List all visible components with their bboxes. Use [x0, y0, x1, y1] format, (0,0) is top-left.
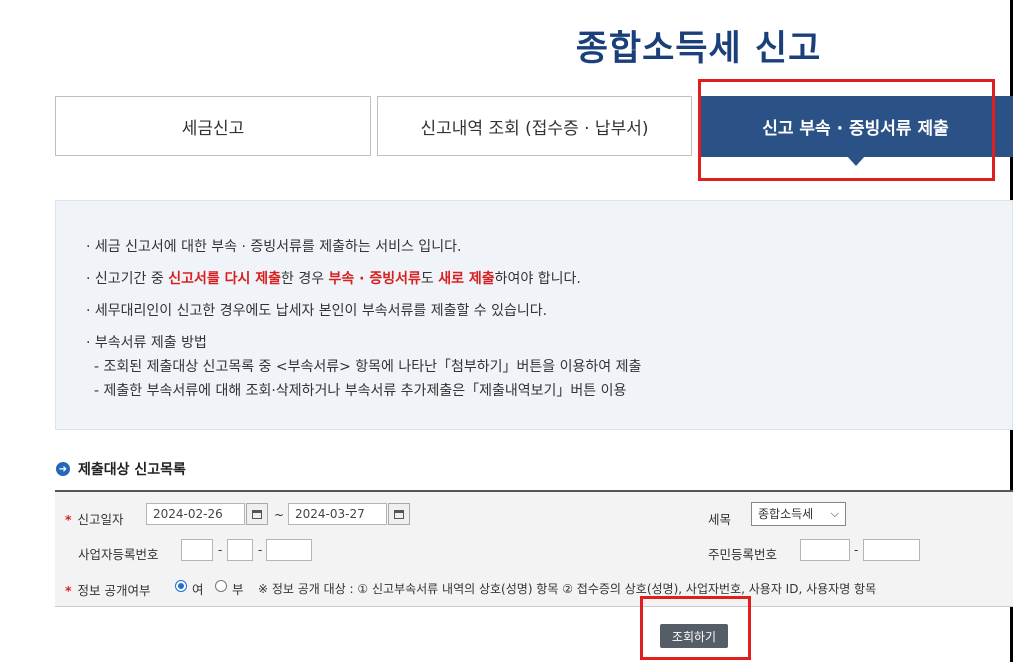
- resident-no-label: 주민등록번호: [708, 547, 778, 562]
- tax-item-label: 세목: [708, 512, 732, 527]
- info-sub-1: - 조회된 제출대상 신고목록 중 <부속서류> 항목에 나타난「첨부하기」버튼…: [94, 359, 642, 375]
- chevron-down-icon: ⌵: [830, 507, 839, 520]
- tab-submit-documents-label: 신고 부속 · 증빙서류 제출: [762, 119, 949, 139]
- info-sub-2: - 제출한 부속서류에 대해 조회·삭제하거나 부속서류 추가제출은「제출내역보…: [94, 383, 627, 399]
- tab-submit-documents[interactable]: 신고 부속 · 증빙서류 제출: [698, 96, 1013, 166]
- section-title-text: 제출대상 신고목록: [78, 462, 186, 478]
- arrow-circle-icon: ➜: [56, 462, 70, 476]
- date-range-tilde: ~: [274, 508, 285, 522]
- tab-tax-report[interactable]: 세금신고: [55, 96, 371, 156]
- search-button[interactable]: 조회하기: [660, 624, 728, 648]
- date-from-input[interactable]: 2024-02-26: [146, 503, 245, 525]
- biz-no-part2-input[interactable]: [227, 539, 253, 561]
- disclosure-note: ※ 정보 공개 대상 : ① 신고부속서류 내역의 상호(성명) 항목 ② 접수…: [258, 582, 877, 596]
- resident-no-part2-input[interactable]: [863, 539, 920, 561]
- report-date-label: * 신고일자: [65, 512, 124, 527]
- resident-no-part1-input[interactable]: [800, 539, 850, 561]
- info-line-2: · 신고기간 중 신고서를 다시 제출한 경우 부속 · 증빙서류도 새로 제출…: [86, 271, 581, 287]
- biz-no-dash-1: -: [218, 543, 223, 557]
- disclosure-yes-radio[interactable]: [175, 580, 187, 592]
- disclosure-label: * 정보 공개여부: [65, 583, 151, 598]
- search-form: * 신고일자 2024-02-26 ~ 2024-03-27 세목 종합소득세 ⌵…: [55, 490, 1013, 607]
- disclosure-yes-label: 여: [192, 582, 204, 597]
- biz-no-label: 사업자등록번호: [78, 547, 159, 562]
- info-line-4: · 부속서류 제출 방법: [86, 335, 207, 351]
- page-title: 종합소득세 신고: [575, 29, 822, 69]
- calendar-from-icon[interactable]: [246, 503, 268, 525]
- date-to-input[interactable]: 2024-03-27: [288, 503, 387, 525]
- info-box: · 세금 신고서에 대한 부속 · 증빙서류를 제출하는 서비스 입니다. · …: [55, 200, 1013, 430]
- info-line-1: · 세금 신고서에 대한 부속 · 증빙서류를 제출하는 서비스 입니다.: [86, 239, 462, 255]
- tax-item-select[interactable]: 종합소득세 ⌵: [751, 502, 846, 526]
- calendar-to-icon[interactable]: [388, 503, 410, 525]
- disclosure-no-label: 부: [232, 582, 244, 597]
- tab-report-history[interactable]: 신고내역 조회 (접수증 · 납부서): [377, 96, 692, 156]
- biz-no-dash-2: -: [258, 543, 263, 557]
- biz-no-part3-input[interactable]: [266, 539, 312, 561]
- resident-no-dash: -: [854, 543, 859, 557]
- biz-no-part1-input[interactable]: [181, 539, 213, 561]
- info-line-3: · 세무대리인이 신고한 경우에도 납세자 본인이 부속서류를 제출할 수 있습…: [86, 303, 548, 319]
- active-tab-arrow-icon: [846, 156, 865, 166]
- section-title: ➜ 제출대상 신고목록: [56, 459, 186, 479]
- disclosure-no-radio[interactable]: [215, 580, 227, 592]
